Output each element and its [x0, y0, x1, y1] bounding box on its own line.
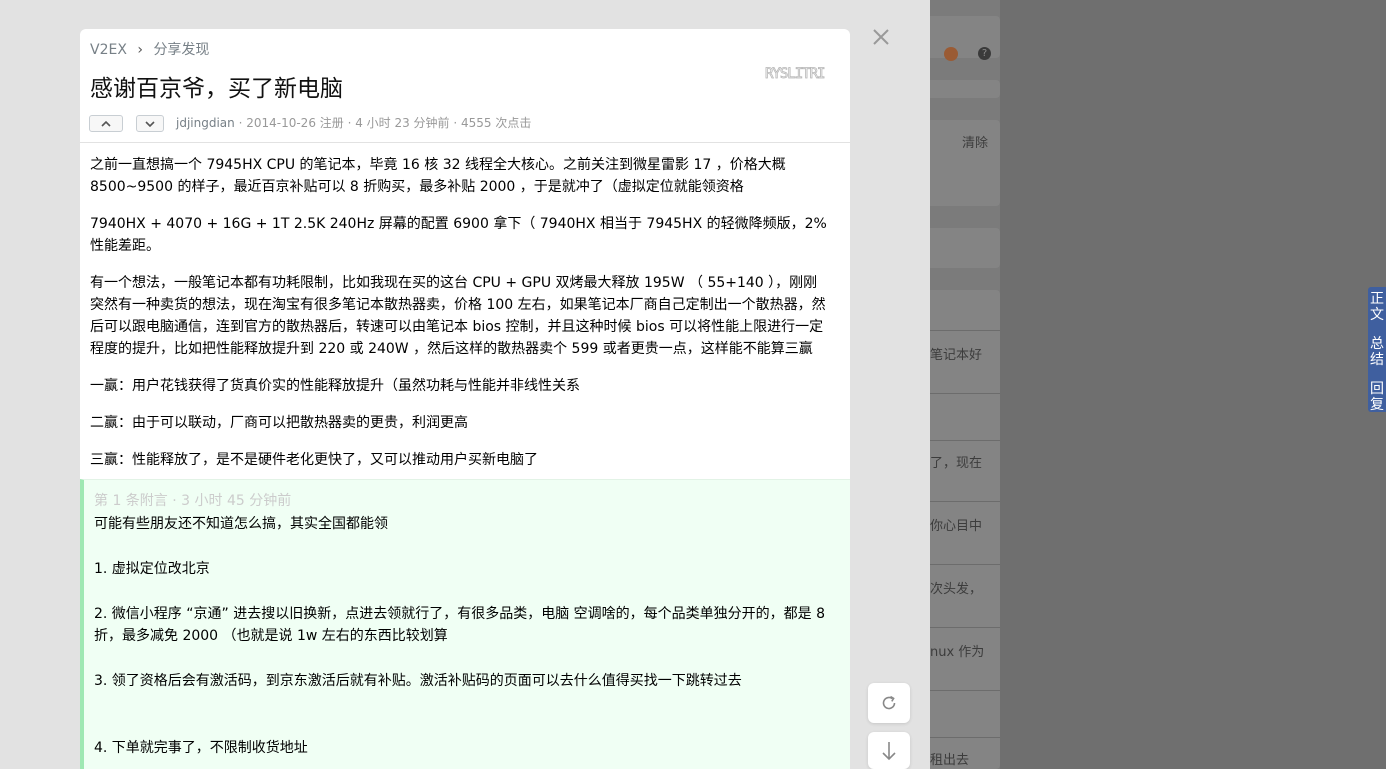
content-paragraph: 7940HX + 4070 + 16G + 1T 2.5K 240Hz 屏幕的配…	[90, 216, 827, 254]
background-topic-snippet: 笔记本好	[930, 348, 983, 363]
topic-content: 之前一直想搞一个 7945HX CPU 的笔记本，毕竟 16 核 32 线程全大…	[90, 154, 830, 486]
background-card	[930, 228, 1000, 268]
author-link[interactable]: jdjingdian	[176, 116, 235, 130]
append-line: 2. 微信小程序 “京通” 进去搜以旧换新，点进去领就行了，有很多品类，电脑 空…	[94, 606, 826, 644]
topic-title: 感谢百京爷，买了新电脑	[90, 76, 343, 102]
upvote-button[interactable]	[89, 115, 123, 132]
chevron-down-icon	[145, 120, 155, 127]
append-line: 1. 虚拟定位改北京	[94, 561, 210, 577]
content-paragraph: 有一个想法，一般笔记本都有功耗限制，比如我现在买的这台 CPU + GPU 双烤…	[90, 275, 826, 357]
append-line: 可能有些朋友还不知道怎么搞，其实全国都能领	[94, 516, 388, 532]
breadcrumb-home[interactable]: V2EX	[90, 42, 127, 58]
downvote-button[interactable]	[136, 115, 164, 132]
breadcrumb-separator: ›	[137, 42, 143, 58]
author-avatar-logo[interactable]: RYSLITRI	[765, 63, 840, 83]
background-topic-snippet: 租出去	[930, 753, 970, 768]
topic-meta-info: · 2014-10-26 注册 · 4 小时 23 分钟前 · 4555 次点击	[234, 116, 532, 130]
content-paragraph: 三赢：性能释放了，是不是硬件老化更快了，又可以推动用户买新电脑了	[90, 452, 538, 468]
topic-modal: V2EX › 分享发现 感谢百京爷，买了新电脑 RYSLITRI jdjingd…	[80, 29, 850, 769]
coin-badge-icon	[944, 47, 958, 61]
background-topic-snippet: 了，现在	[930, 456, 983, 471]
background-card: 清除	[930, 120, 1000, 206]
background-topic-snippet: 次头发，	[930, 582, 983, 597]
side-tab-summary[interactable]: 总结	[1368, 336, 1386, 368]
content-paragraph: 二赢：由于可以联动，厂商可以把散热器卖的更贵，利润更高	[90, 415, 468, 431]
background-clear-link: 清除	[962, 136, 989, 151]
append-line: 4. 下单就完事了，不限制收货地址	[94, 740, 308, 756]
arrow-down-icon	[882, 741, 896, 760]
side-tab-replies[interactable]: 回复	[1368, 381, 1386, 413]
topic-append: 第 1 条附言 · 3 小时 45 分钟前 可能有些朋友还不知道怎么搞，其实全国…	[80, 479, 850, 769]
help-icon: ?	[978, 47, 991, 60]
side-tabs: 正文 总结 回复	[1368, 287, 1386, 413]
background-page: ? 清除 笔记本好 了，现在 你心目中 次头发， nux 作为 租出去	[930, 0, 1386, 769]
background-card	[930, 80, 1000, 98]
breadcrumb-node[interactable]: 分享发现	[153, 42, 209, 58]
background-user-card: ?	[930, 16, 1000, 61]
close-button[interactable]	[870, 26, 892, 48]
background-topic-list: 笔记本好 了，现在 你心目中 次头发， nux 作为 租出去	[930, 290, 1000, 769]
refresh-button[interactable]	[868, 683, 910, 723]
append-header: 第 1 条附言 · 3 小时 45 分钟前	[94, 493, 292, 509]
refresh-icon	[882, 695, 896, 710]
scroll-down-button[interactable]	[868, 732, 910, 769]
append-body: 可能有些朋友还不知道怎么搞，其实全国都能领 1. 虚拟定位改北京 2. 微信小程…	[94, 513, 829, 769]
content-paragraph: 之前一直想搞一个 7945HX CPU 的笔记本，毕竟 16 核 32 线程全大…	[90, 157, 786, 195]
content-paragraph: 一赢：用户花钱获得了货真价实的性能释放提升（虽然功耗与性能并非线性关系	[90, 378, 580, 394]
svg-text:RYSLITRI: RYSLITRI	[765, 66, 825, 82]
background-topic-snippet: 你心目中	[930, 519, 983, 534]
breadcrumb: V2EX › 分享发现	[90, 39, 209, 59]
chevron-up-icon	[101, 120, 111, 127]
background-topic-snippet: nux 作为	[930, 645, 985, 660]
side-tab-content[interactable]: 正文	[1368, 291, 1386, 323]
close-icon	[873, 29, 889, 45]
header-divider	[80, 142, 850, 143]
topic-meta: jdjingdian · 2014-10-26 注册 · 4 小时 23 分钟前…	[176, 114, 531, 131]
append-line: 3. 领了资格后会有激活码，到京东激活后就有补贴。激活补贴码的页面可以去什么值得…	[94, 673, 742, 689]
